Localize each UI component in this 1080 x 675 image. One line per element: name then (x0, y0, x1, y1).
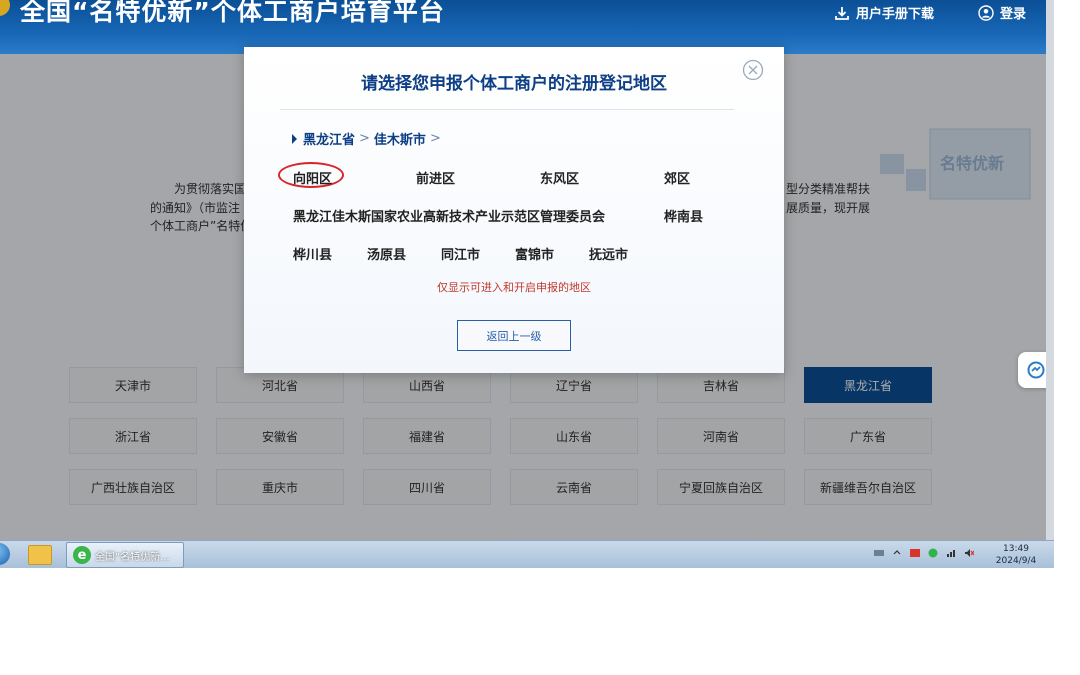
district-option[interactable]: 同江市 (441, 244, 480, 263)
district-option[interactable]: 向阳区 (293, 168, 332, 187)
district-option[interactable]: 郊区 (664, 168, 690, 187)
dialog-divider (280, 109, 734, 110)
wechat-icon[interactable] (928, 548, 938, 558)
breadcrumb-province[interactable]: 黑龙江省 (303, 129, 355, 148)
chevron-up-icon[interactable] (892, 548, 902, 558)
assistant-icon (1027, 361, 1045, 379)
taskbar-item-label: 全国“名特优新... (95, 551, 170, 563)
system-tray (874, 548, 974, 558)
district-option[interactable]: 前进区 (416, 168, 455, 187)
user-icon (978, 4, 994, 21)
screenshot-area: 全国“名特优新”个体工商户培育平台 用户手册下载 登录 为贯彻落实国 的通知》（… (0, 0, 1054, 568)
folder-icon[interactable] (28, 545, 52, 565)
breadcrumb-separator: > (429, 131, 441, 146)
national-emblem-icon (0, 0, 10, 16)
manual-download-link[interactable]: 用户手册下载 (834, 3, 934, 22)
breadcrumb-city[interactable]: 佳木斯市 (374, 129, 426, 148)
district-option[interactable]: 东风区 (540, 168, 579, 187)
region-select-dialog: 请选择您申报个体工商户的注册登记地区 黑龙江省 > 佳木斯市 > 向阳区 前进区… (244, 47, 784, 373)
close-icon[interactable] (742, 59, 764, 81)
network-icon[interactable] (946, 548, 956, 558)
taskbar-browser-item[interactable]: e 全国“名特优新... (66, 542, 184, 568)
district-option[interactable]: 抚远市 (589, 244, 628, 263)
district-option[interactable]: 黑龙江佳木斯国家农业高新技术产业示范区管理委员会 (293, 206, 605, 225)
caret-right-icon (292, 133, 297, 144)
clock-date: 2024/9/4 (995, 556, 1037, 566)
system-clock[interactable]: 13:49 2024/9/4 (992, 543, 1040, 567)
download-icon (835, 6, 849, 20)
district-option[interactable]: 桦南县 (664, 206, 703, 225)
clock-time: 13:49 (1003, 544, 1029, 554)
taskbar: e 全国“名特优新... 13:49 2024/9/4 (0, 540, 1054, 568)
dialog-title: 请选择您申报个体工商户的注册登记地区 (361, 74, 667, 94)
start-button[interactable] (0, 543, 10, 565)
login-label: 登录 (1000, 7, 1027, 22)
manual-download-label: 用户手册下载 (856, 7, 935, 22)
district-option[interactable]: 富锦市 (515, 244, 554, 263)
app-tray-icon[interactable] (910, 548, 920, 558)
back-button[interactable]: 返回上一级 (457, 320, 571, 351)
district-option[interactable]: 汤原县 (367, 244, 406, 263)
browser-icon: e (73, 546, 91, 564)
breadcrumb-separator: > (359, 131, 370, 146)
page-scrollbar[interactable] (1046, 0, 1054, 540)
login-link[interactable]: 登录 (978, 3, 1026, 22)
district-option[interactable]: 桦川县 (293, 244, 332, 263)
volume-muted-icon[interactable] (964, 548, 974, 558)
site-header: 全国“名特优新”个体工商户培育平台 用户手册下载 登录 (0, 0, 1054, 54)
keyboard-icon[interactable] (874, 548, 884, 558)
region-hint-text: 仅显示可进入和开启申报的地区 (437, 281, 591, 294)
site-title: 全国“名特优新”个体工商户培育平台 (20, 0, 445, 26)
region-breadcrumb: 黑龙江省 > 佳木斯市 > (292, 129, 441, 148)
